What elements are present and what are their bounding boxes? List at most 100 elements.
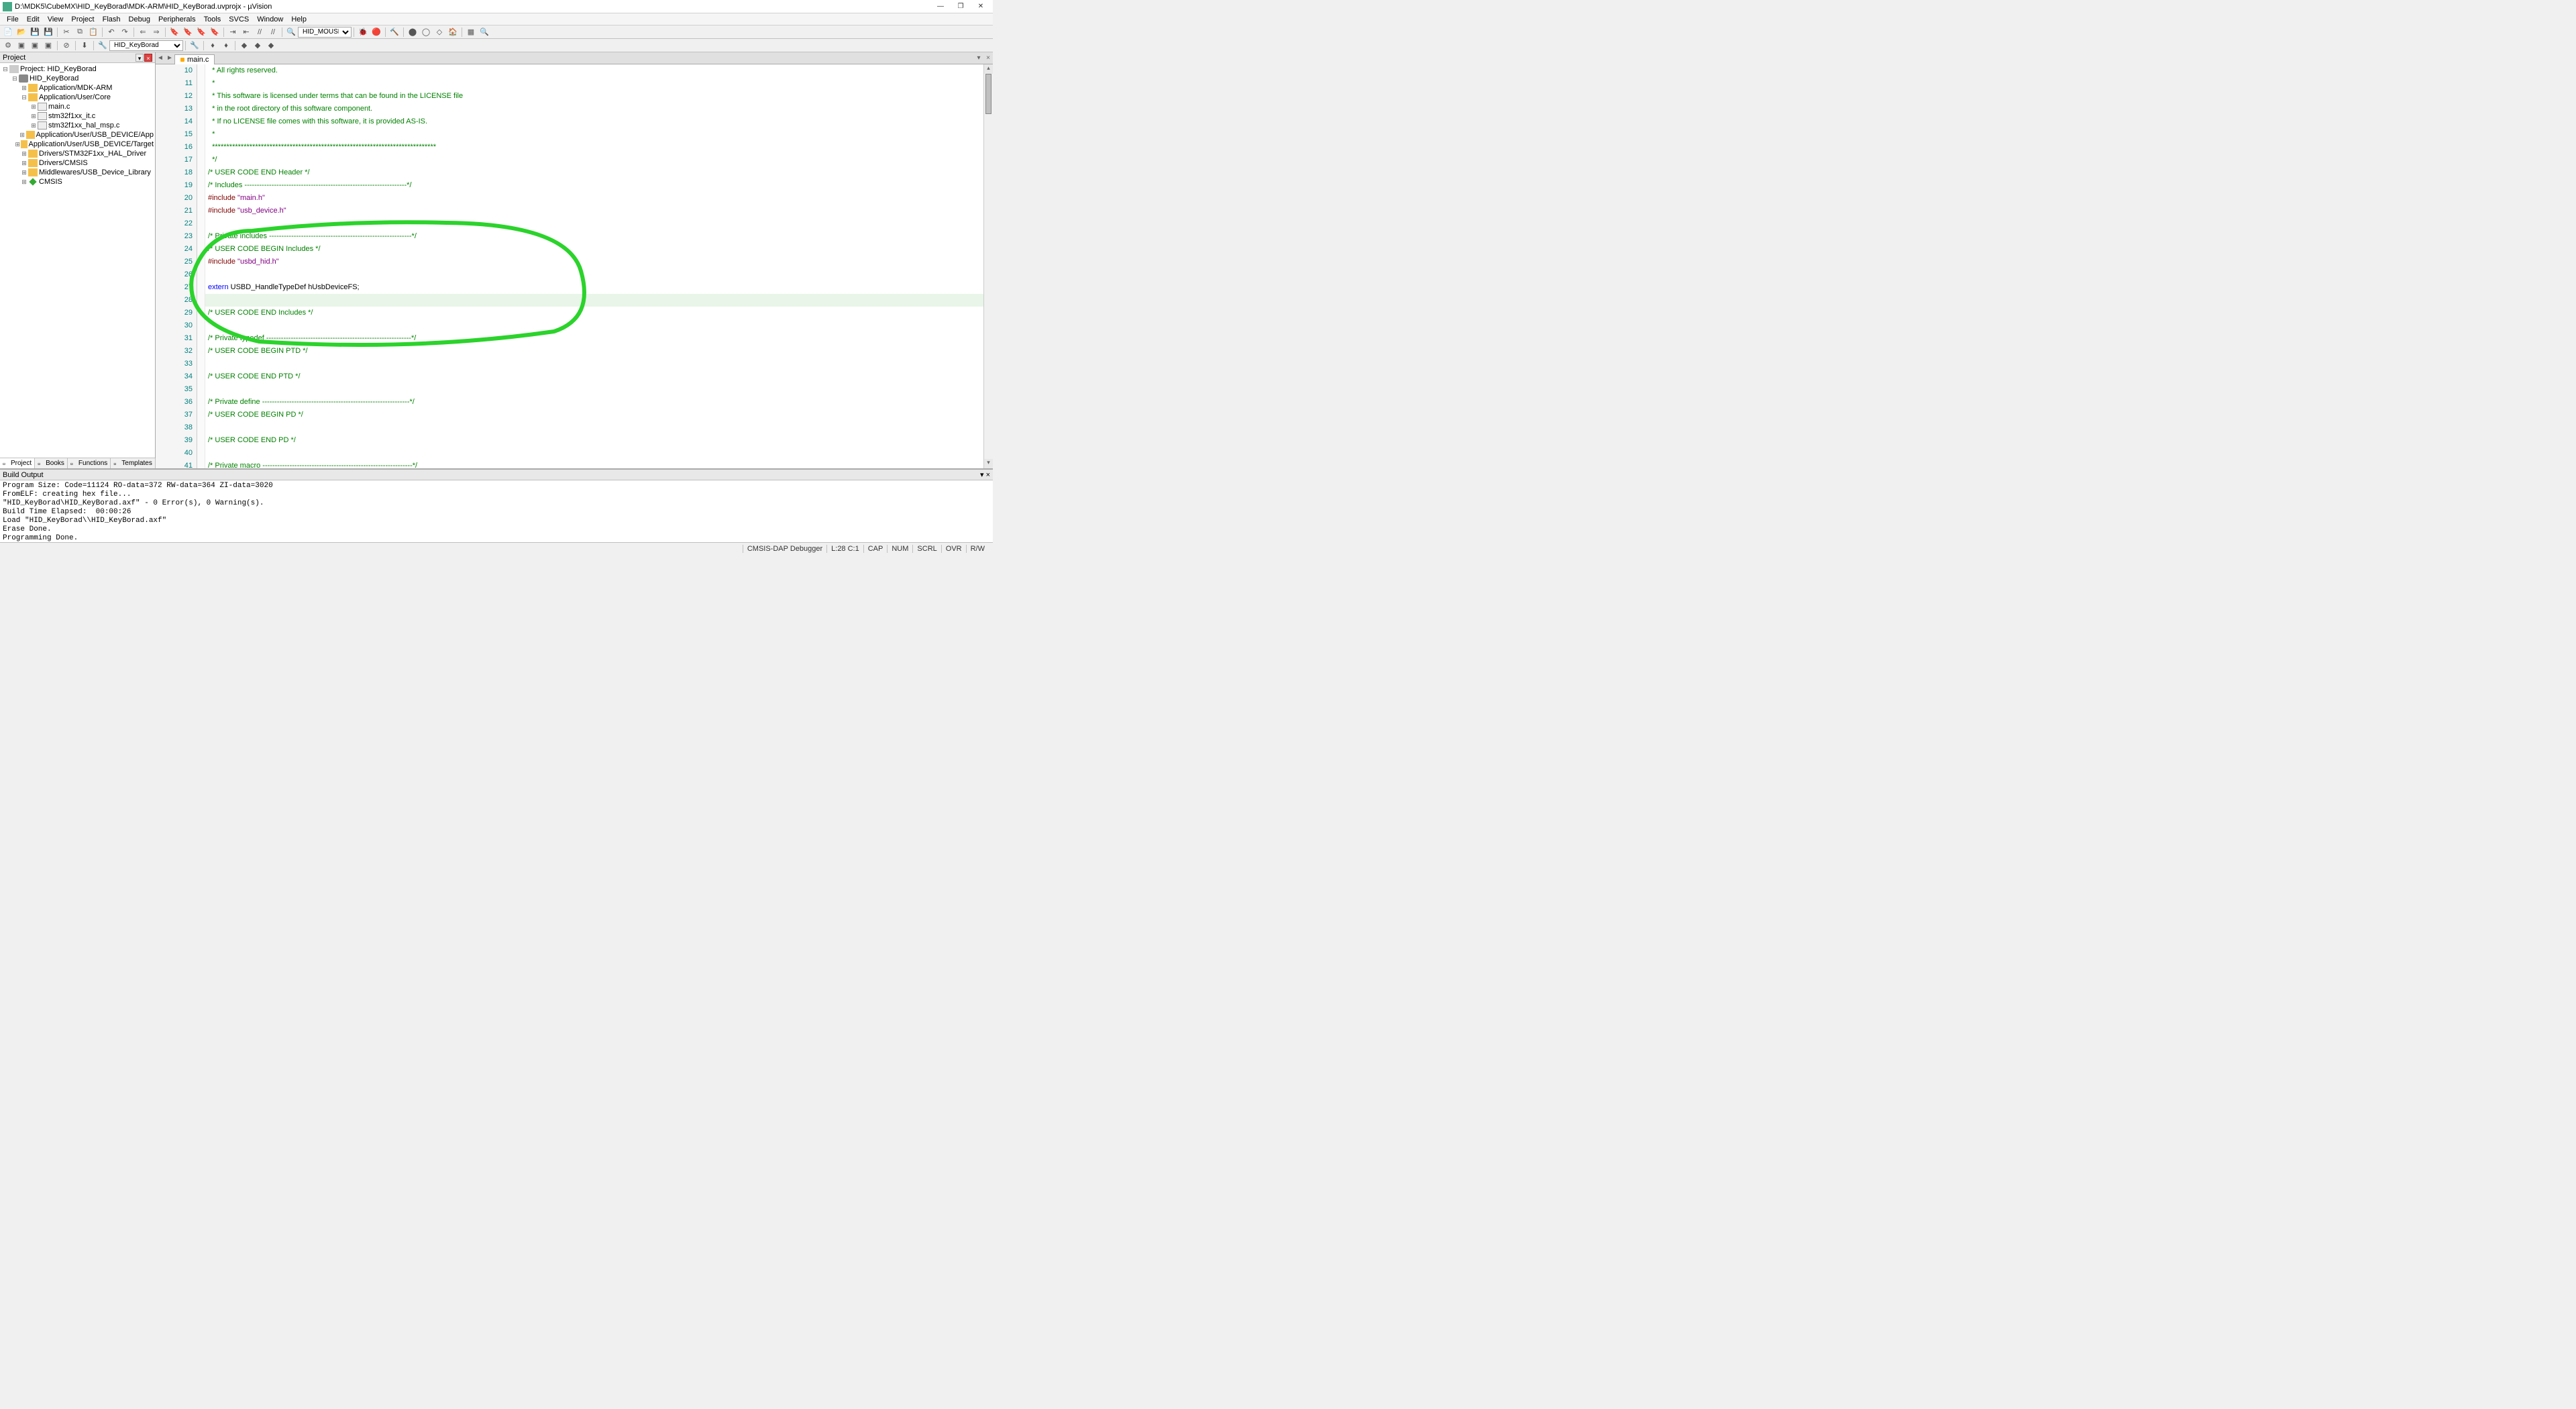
side-tab-project[interactable]: ▫Project [0,458,35,468]
file-modified-icon [180,58,184,62]
menu-window[interactable]: Window [253,15,287,23]
open-file-icon[interactable]: 📂 [15,26,28,38]
manage2-icon[interactable]: ♦ [220,40,232,52]
uncomment-icon[interactable]: // [267,26,279,38]
pack3-icon[interactable]: ◆ [265,40,277,52]
tree-group-7[interactable]: ⊞CMSIS [1,177,154,187]
build-target-icon[interactable]: ▣ [15,40,28,52]
tree-file-stm32f1xx_it-c[interactable]: ⊞stm32f1xx_it.c [1,111,154,121]
indent-icon[interactable]: ⇥ [227,26,239,38]
copy-icon[interactable]: ⧉ [74,26,86,38]
line-gutter: 1011121314151617181920212223242526272829… [156,64,197,468]
menu-project[interactable]: Project [67,15,98,23]
save-icon[interactable]: 💾 [29,26,41,38]
stop-build-icon[interactable]: ⊘ [60,40,72,52]
tree-group-4[interactable]: ⊞Drivers/STM32F1xx_HAL_Driver [1,149,154,158]
outdent-icon[interactable]: ⇤ [240,26,252,38]
status-cap: CAP [863,545,888,553]
menu-tools[interactable]: Tools [200,15,225,23]
panel-close-icon[interactable]: × [144,54,152,62]
project-panel-header: Project ▾ × [0,52,155,63]
bookmark-next-icon[interactable]: 🔖 [195,26,207,38]
side-tabs: ▫Project▫Books▫Functions▫Templates [0,458,155,468]
window-icon[interactable]: ▦ [465,26,477,38]
project-tree[interactable]: ⊟Project: HID_KeyBorad⊟HID_KeyBorad⊞Appl… [0,63,155,458]
window-maximize-button[interactable]: ❐ [951,1,970,12]
code-content[interactable]: * All rights reserved. * * This software… [205,64,993,468]
tree-group-0[interactable]: ⊞Application/MDK-ARM [1,83,154,93]
tree-group-6[interactable]: ⊞Middlewares/USB_Device_Library [1,168,154,177]
side-tab-functions[interactable]: ▫Functions [68,458,111,468]
status-scrl: SCRL [912,545,941,553]
bookmark-clear-icon[interactable]: 🔖 [209,26,221,38]
nav-fwd-icon[interactable]: ⇒ [150,26,162,38]
tree-file-stm32f1xx_hal_msp-c[interactable]: ⊞stm32f1xx_hal_msp.c [1,121,154,130]
tab-menu-icon[interactable]: ▾ [974,54,983,64]
nav-back-icon[interactable]: ⇐ [137,26,149,38]
tree-file-main-c[interactable]: ⊞main.c [1,102,154,111]
tree-group-5[interactable]: ⊞Drivers/CMSIS [1,158,154,168]
find-icon[interactable]: 🔍 [285,26,297,38]
tab-nav-fwd-icon[interactable]: ► [165,54,174,64]
paste-icon[interactable]: 📋 [87,26,99,38]
menu-flash[interactable]: Flash [99,15,125,23]
download-icon[interactable]: ⬇ [78,40,91,52]
bookmark-icon[interactable]: 🔖 [168,26,180,38]
file-tab-main-c[interactable]: main.c [174,54,215,64]
side-tab-books[interactable]: ▫Books [35,458,68,468]
pack2-icon[interactable]: ◆ [252,40,264,52]
menu-debug[interactable]: Debug [125,15,154,23]
bookmark-prev-icon[interactable]: 🔖 [182,26,194,38]
step3-icon[interactable]: 🏠 [447,26,459,38]
redo-icon[interactable]: ↷ [119,26,131,38]
new-file-icon[interactable]: 📄 [2,26,14,38]
window-title: D:\MDK5\CubeMX\HID_KeyBorad\MDK-ARM\HID_… [15,3,931,11]
code-editor[interactable]: 1011121314151617181920212223242526272829… [156,64,993,468]
breakpoint-icon[interactable]: 🔴 [370,26,382,38]
build-output-text[interactable]: Program Size: Code=11124 RO-data=372 RW-… [0,480,993,542]
save-all-icon[interactable]: 💾 [42,26,54,38]
window-minimize-button[interactable]: — [931,1,950,12]
batch-build-icon[interactable]: ▣ [42,40,54,52]
target-select[interactable]: HID_KeyBorad [109,40,183,51]
build-panel-pin-icon[interactable]: ▾ [980,471,984,479]
undo-icon[interactable]: ↶ [105,26,117,38]
tab-nav-back-icon[interactable]: ◄ [156,54,165,64]
menu-svcs[interactable]: SVCS [225,15,253,23]
options-icon[interactable]: 🔧 [189,40,201,52]
stop-icon[interactable]: ⬤ [407,26,419,38]
window-close-button[interactable]: ✕ [971,1,990,12]
status-debugger: CMSIS-DAP Debugger [743,545,826,553]
target-options-icon[interactable]: 🔧 [97,40,109,52]
step2-icon[interactable]: ◇ [433,26,445,38]
panel-pin-icon[interactable]: ▾ [136,54,144,62]
menu-peripherals[interactable]: Peripherals [154,15,200,23]
status-bar: CMSIS-DAP Debugger L:28 C:1 CAP NUM SCRL… [0,542,993,554]
build-icon[interactable]: 🔨 [388,26,400,38]
editor-area: ◄ ► main.c ▾ × 1011121314151617181920212… [156,52,993,468]
menu-view[interactable]: View [44,15,68,23]
side-tab-templates[interactable]: ▫Templates [111,458,156,468]
tree-group-3[interactable]: ⊞Application/User/USB_DEVICE/Target [1,140,154,149]
tree-project-root[interactable]: ⊟Project: HID_KeyBorad [1,64,154,74]
tree-group-1[interactable]: ⊟Application/User/Core [1,93,154,102]
rebuild-icon[interactable]: ▣ [29,40,41,52]
tree-group-2[interactable]: ⊞Application/User/USB_DEVICE/App [1,130,154,140]
manage-icon[interactable]: ♦ [207,40,219,52]
zoom-icon[interactable]: 🔍 [478,26,490,38]
menu-help[interactable]: Help [287,15,311,23]
cut-icon[interactable]: ✂ [60,26,72,38]
menu-file[interactable]: File [3,15,23,23]
pack-icon[interactable]: ◆ [238,40,250,52]
tree-target[interactable]: ⊟HID_KeyBorad [1,74,154,83]
translate-icon[interactable]: ⚙ [2,40,14,52]
comment-icon[interactable]: // [254,26,266,38]
fold-column[interactable] [197,64,205,468]
step-icon[interactable]: ◯ [420,26,432,38]
find-combo[interactable]: HID_MOUSE_ReportDesc [298,27,352,38]
build-panel-close-icon[interactable]: × [986,471,990,479]
menu-edit[interactable]: Edit [23,15,44,23]
tab-close-icon[interactable]: × [983,54,993,64]
debug-icon[interactable]: 🐞 [357,26,369,38]
toolbar-build: ⚙ ▣ ▣ ▣ ⊘ ⬇ 🔧 HID_KeyBorad 🔧 ♦ ♦ ◆ ◆ ◆ [0,39,993,52]
